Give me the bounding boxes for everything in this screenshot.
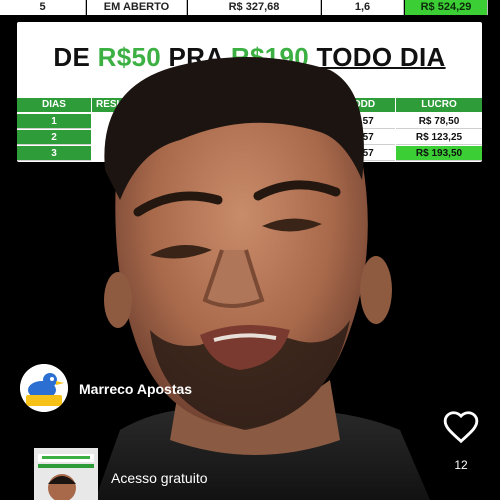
channel-avatar[interactable] (20, 364, 68, 412)
right-ear (360, 256, 392, 324)
row2-dia: 2 (17, 130, 91, 145)
header-lucro: LUCRO (396, 98, 482, 112)
row2-odd: 1,57 (333, 130, 395, 145)
like-button[interactable] (442, 408, 480, 446)
header-odd: ODD (333, 98, 395, 112)
shirt-shape (95, 407, 430, 500)
promo-title: DE R$50 PRA R$190 TODO DIA (17, 42, 482, 73)
header-resultado: RESU (92, 98, 332, 112)
heart-icon (443, 411, 479, 444)
row2-lucro: R$ 123,25 (396, 130, 482, 145)
cta-label[interactable]: Acesso gratuito (111, 470, 208, 486)
cta-thumbnail-image (34, 448, 98, 500)
left-eyebrow (133, 191, 223, 217)
left-eye (150, 245, 212, 259)
top-odd-cell: 1,6 (322, 0, 404, 15)
top-table-strip: 5 EM ABERTO R$ 327,68 1,6 R$ 524,29 (0, 0, 500, 16)
like-count: 12 (454, 458, 468, 472)
mouth (200, 325, 290, 370)
title-part1: DE (53, 42, 98, 72)
beard (150, 320, 350, 430)
row3-dia: 3 (17, 146, 91, 161)
title-part4: TODO DIA (316, 42, 446, 72)
title-part2: PRA (161, 42, 231, 72)
title-amount2: R$190 (230, 42, 310, 72)
duck-logo-icon (20, 364, 68, 412)
top-status-cell: EM ABERTO (87, 0, 187, 15)
title-part3 (309, 42, 317, 72)
top-value-cell: R$ 327,68 (188, 0, 321, 15)
header-dias: DIAS (17, 98, 91, 112)
right-eye (262, 218, 322, 232)
title-amount1: R$50 (97, 42, 161, 72)
neck-shape (170, 380, 340, 455)
left-ear (104, 272, 132, 328)
top-day-cell: 5 (0, 0, 86, 15)
cta-thumbnail[interactable] (34, 448, 98, 500)
row1-lucro: R$ 78,50 (396, 114, 482, 129)
promo-card: DE R$50 PRA R$190 TODO DIA DIAS RESU ODD… (17, 22, 482, 162)
row3-odd: 1,57 (333, 146, 395, 161)
right-eyebrow (253, 180, 341, 201)
row1-odd: 1,57 (333, 114, 395, 129)
row1-dia: 1 (17, 114, 91, 129)
teeth (213, 333, 277, 342)
channel-name[interactable]: Marreco Apostas (79, 381, 192, 397)
row3-lucro: R$ 193,50 (396, 146, 482, 161)
top-lucro-cell: R$ 524,29 (405, 0, 488, 15)
nose (202, 249, 265, 308)
